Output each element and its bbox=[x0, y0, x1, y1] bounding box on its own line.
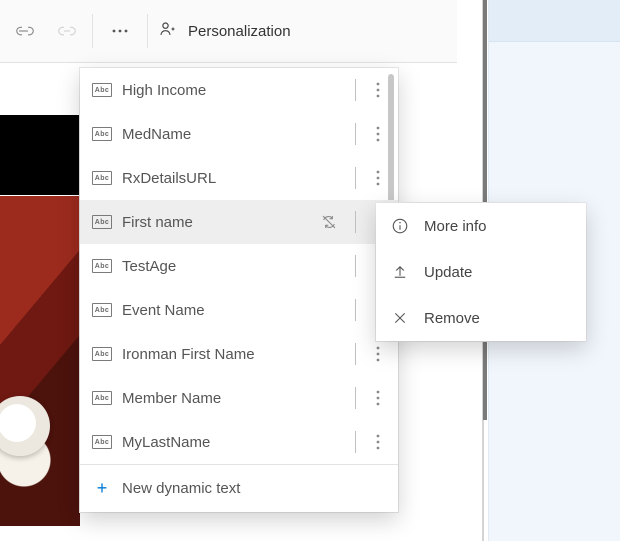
anchor-tool-icon[interactable] bbox=[46, 0, 88, 62]
context-menu-item-update[interactable]: Update bbox=[376, 249, 586, 295]
field-label: MedName bbox=[122, 126, 341, 143]
personalization-panel: AbcHigh IncomeAbcMedNameAbcRxDetailsURLA… bbox=[80, 68, 398, 512]
field-row[interactable]: Abc High Income bbox=[80, 68, 398, 112]
context-menu-label: Remove bbox=[424, 310, 480, 327]
top-toolbar: Personalization bbox=[0, 0, 457, 63]
row-more-button[interactable] bbox=[374, 78, 382, 102]
toolbar-separator bbox=[92, 14, 93, 48]
field-row[interactable]: Abc Ironman First Name bbox=[80, 332, 398, 376]
text-field-type-icon: Abc bbox=[92, 171, 112, 185]
right-pane-header bbox=[489, 0, 620, 42]
context-menu-item-remove[interactable]: Remove bbox=[376, 295, 586, 341]
new-dynamic-text-label: New dynamic text bbox=[122, 480, 240, 497]
personalization-tab[interactable]: Personalization bbox=[152, 0, 305, 62]
field-label: MyLastName bbox=[122, 434, 341, 451]
text-field-type-icon: Abc bbox=[92, 347, 112, 361]
row-action-separator bbox=[355, 343, 356, 365]
row-action-separator bbox=[355, 299, 356, 321]
personalization-label: Personalization bbox=[188, 23, 291, 40]
field-label: Ironman First Name bbox=[122, 346, 341, 363]
update-icon bbox=[390, 263, 410, 281]
text-field-type-icon: Abc bbox=[92, 391, 112, 405]
field-row[interactable]: Abc Event Name bbox=[80, 288, 398, 332]
text-field-type-icon: Abc bbox=[92, 303, 112, 317]
row-action-separator bbox=[355, 211, 356, 233]
context-menu-label: More info bbox=[424, 218, 487, 235]
overflow-menu-button[interactable] bbox=[97, 0, 143, 62]
link-tool-icon[interactable] bbox=[4, 0, 46, 62]
row-more-button[interactable] bbox=[374, 386, 382, 410]
row-action-separator bbox=[355, 387, 356, 409]
field-label: First name bbox=[122, 214, 311, 231]
context-menu-item-info[interactable]: More info bbox=[376, 203, 586, 249]
field-row[interactable]: Abc MedName bbox=[80, 112, 398, 156]
row-more-button[interactable] bbox=[374, 342, 382, 366]
row-action-separator bbox=[355, 255, 356, 277]
canvas-image-detail bbox=[0, 396, 50, 456]
sync-disabled-icon bbox=[321, 214, 337, 230]
text-field-type-icon: Abc bbox=[92, 259, 112, 273]
text-field-type-icon: Abc bbox=[92, 127, 112, 141]
field-label: Event Name bbox=[122, 302, 341, 319]
toolbar-separator bbox=[147, 14, 148, 48]
plus-icon: + bbox=[94, 478, 110, 499]
field-row[interactable]: Abc Member Name bbox=[80, 376, 398, 420]
personalization-icon bbox=[158, 19, 178, 43]
field-row[interactable]: Abc MyLastName bbox=[80, 420, 398, 464]
field-label: Member Name bbox=[122, 390, 341, 407]
text-field-type-icon: Abc bbox=[92, 83, 112, 97]
field-label: TestAge bbox=[122, 258, 341, 275]
remove-icon bbox=[390, 310, 410, 326]
new-dynamic-text-button[interactable]: + New dynamic text bbox=[80, 464, 398, 512]
row-action-separator bbox=[355, 79, 356, 101]
info-icon bbox=[390, 217, 410, 235]
field-row[interactable]: Abc RxDetailsURL bbox=[80, 156, 398, 200]
canvas-background bbox=[0, 63, 80, 541]
row-more-button[interactable] bbox=[374, 166, 382, 190]
field-row[interactable]: Abc First name bbox=[80, 200, 398, 244]
canvas-image-main bbox=[0, 196, 80, 526]
field-label: High Income bbox=[122, 82, 341, 99]
row-action-separator bbox=[355, 167, 356, 189]
row-more-button[interactable] bbox=[374, 122, 382, 146]
canvas-image-strip bbox=[0, 115, 80, 195]
field-row[interactable]: Abc TestAge bbox=[80, 244, 398, 288]
field-context-menu: More info Update Remove bbox=[376, 203, 586, 341]
field-label: RxDetailsURL bbox=[122, 170, 341, 187]
text-field-type-icon: Abc bbox=[92, 435, 112, 449]
context-menu-label: Update bbox=[424, 264, 472, 281]
text-field-type-icon: Abc bbox=[92, 215, 112, 229]
row-more-button[interactable] bbox=[374, 430, 382, 454]
row-action-separator bbox=[355, 123, 356, 145]
row-action-separator bbox=[355, 431, 356, 453]
